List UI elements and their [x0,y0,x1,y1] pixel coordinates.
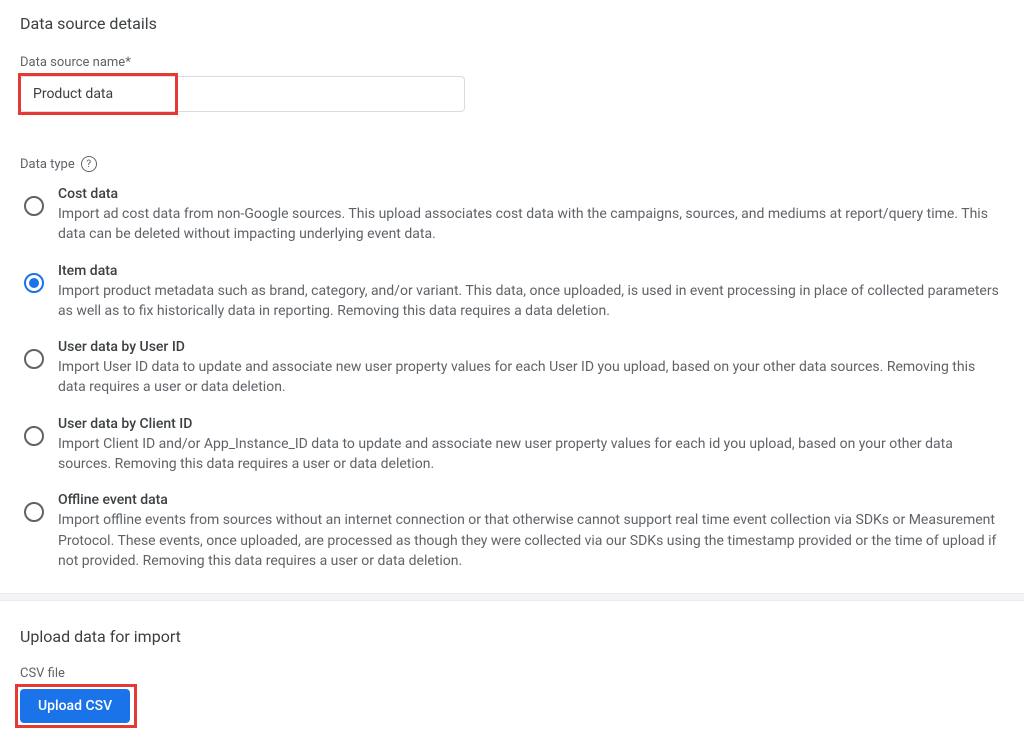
radio-option-user-data-user-id[interactable]: User data by User ID Import User ID data… [24,339,1004,398]
radio-button[interactable] [24,349,44,369]
data-type-label: Data type [20,157,75,172]
data-type-radio-group: Cost data Import ad cost data from non-G… [20,186,1004,571]
data-source-name-label: Data source name* [20,55,1004,70]
radio-option-item-data[interactable]: Item data Import product metadata such a… [24,263,1004,322]
option-title: Offline event data [58,492,1004,508]
option-desc: Import product metadata such as brand, c… [58,281,1004,322]
option-desc: Import offline events from sources witho… [58,510,1004,571]
option-desc: Import Client ID and/or App_Instance_ID … [58,434,1004,475]
option-title: Cost data [58,186,1004,202]
radio-button[interactable] [24,196,44,216]
option-body: Offline event data Import offline events… [58,492,1004,571]
option-title: Item data [58,263,1004,279]
option-title: User data by User ID [58,339,1004,355]
data-source-details-section: Data source details Data source name* Da… [20,14,1004,571]
radio-button[interactable] [24,502,44,522]
radio-option-offline-event-data[interactable]: Offline event data Import offline events… [24,492,1004,571]
radio-button[interactable] [24,426,44,446]
section-title: Data source details [20,14,1004,33]
data-source-name-input[interactable] [20,76,465,112]
data-type-header: Data type ? [20,156,1004,172]
radio-option-user-data-client-id[interactable]: User data by Client ID Import Client ID … [24,416,1004,475]
data-source-name-wrap [20,76,465,112]
upload-section: Upload data for import CSV file Upload C… [20,627,1004,723]
option-desc: Import User ID data to update and associ… [58,357,1004,398]
option-body: Item data Import product metadata such a… [58,263,1004,322]
section-divider [0,593,1024,601]
option-title: User data by Client ID [58,416,1004,432]
upload-button-wrap: Upload CSV [20,689,130,723]
help-icon[interactable]: ? [81,156,97,172]
radio-option-cost-data[interactable]: Cost data Import ad cost data from non-G… [24,186,1004,245]
option-desc: Import ad cost data from non-Google sour… [58,204,1004,245]
csv-file-label: CSV file [20,666,1004,681]
option-body: Cost data Import ad cost data from non-G… [58,186,1004,245]
upload-csv-button[interactable]: Upload CSV [20,689,130,723]
option-body: User data by User ID Import User ID data… [58,339,1004,398]
option-body: User data by Client ID Import Client ID … [58,416,1004,475]
upload-title: Upload data for import [20,627,1004,646]
radio-button[interactable] [24,273,44,293]
